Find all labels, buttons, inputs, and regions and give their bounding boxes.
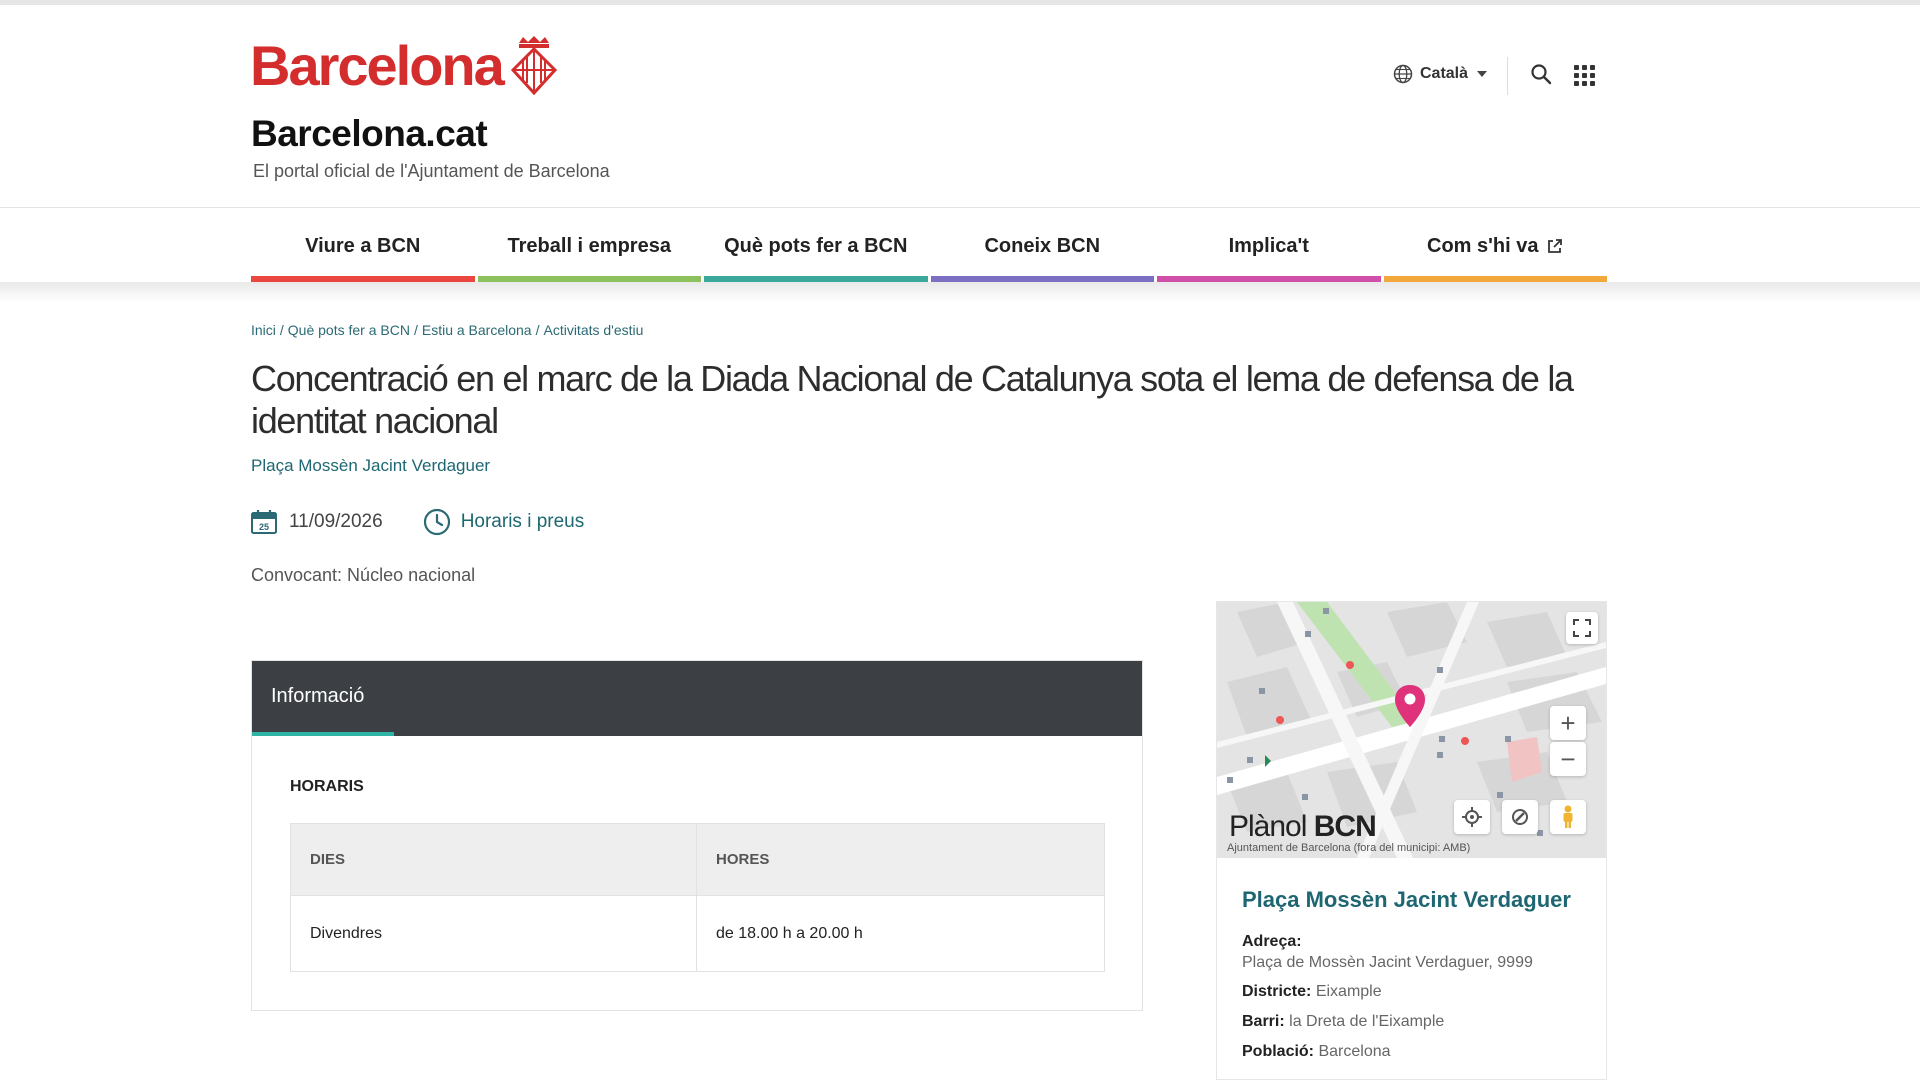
main-nav: Viure a BCN Treball i empresa Què pots f… <box>251 210 1607 282</box>
venue-name-link[interactable]: Plaça Mossèn Jacint Verdaguer <box>1242 887 1571 913</box>
map-pin-icon <box>1395 685 1425 727</box>
clock-icon <box>423 508 450 536</box>
hours-link[interactable]: Horaris i preus <box>423 508 585 536</box>
locate-button[interactable] <box>1454 800 1490 834</box>
site-header: Barcelona Barcelona.cat El portal oficia… <box>0 5 1920 208</box>
nav-item-treball[interactable]: Treball i empresa <box>477 210 701 282</box>
address-label: Adreça: <box>1242 933 1302 950</box>
city-seal-icon <box>510 35 557 95</box>
info-tabbar: Informació <box>252 661 1142 736</box>
crosshair-icon <box>1462 807 1482 827</box>
compass-icon <box>1512 809 1528 825</box>
logo-text: Barcelona <box>250 34 505 97</box>
map-brand: Plànol BCN <box>1229 810 1377 844</box>
site-title[interactable]: Barcelona.cat <box>251 113 488 155</box>
nav-label: Treball i empresa <box>507 234 671 257</box>
horaris-heading: HORARIS <box>290 778 364 795</box>
event-meta: 25 11/09/2026 Horaris i preus <box>251 508 584 536</box>
district-label: Districte: <box>1242 983 1312 1000</box>
nav-item-viure[interactable]: Viure a BCN <box>251 210 475 282</box>
map-brand-bold: BCN <box>1313 810 1377 843</box>
tab-informacio[interactable]: Informació <box>252 661 394 736</box>
fullscreen-button[interactable] <box>1566 612 1598 644</box>
chevron-down-icon <box>1477 71 1488 77</box>
column-header: HORES <box>696 823 1105 896</box>
schedule-table: DIES HORES Divendres de 18.00 h a 20.00 … <box>290 823 1105 972</box>
nav-label: Com s'hi va <box>1427 234 1539 257</box>
nav-shadow <box>0 282 1920 302</box>
event-date: 11/09/2026 <box>289 511 383 532</box>
grid-icon[interactable] <box>1574 65 1595 86</box>
event-convocant: Convocant: Núcleo nacional <box>251 565 476 585</box>
zoom-in-label: + <box>1560 707 1576 738</box>
nav-item-coneix[interactable]: Coneix BCN <box>930 210 1154 282</box>
table-cell: de 18.00 h a 20.00 h <box>696 895 1105 972</box>
event-place-link[interactable]: Plaça Mossèn Jacint Verdaguer <box>251 456 490 476</box>
nav-label: Viure a BCN <box>305 234 421 257</box>
calendar-day: 25 <box>259 522 269 532</box>
search-button[interactable] <box>1530 63 1552 90</box>
rotate-button[interactable] <box>1502 800 1538 834</box>
header-divider <box>1507 57 1508 95</box>
table-row: Divendres de 18.00 h a 20.00 h <box>290 895 1105 972</box>
pegman-icon <box>1563 805 1573 828</box>
nav-item-que-pots-fer[interactable]: Què pots fer a BCN <box>704 210 928 282</box>
venue-district-row: Districte: Eixample <box>1242 977 1533 1007</box>
info-panel: Informació HORARIS DIES HORES Divendres … <box>251 660 1143 1011</box>
fullscreen-icon <box>1573 619 1591 637</box>
map-view[interactable]: + − Plànol BCN Ajuntament de Barcelona (… <box>1217 602 1606 858</box>
search-icon <box>1531 64 1552 85</box>
breadcrumb-item[interactable]: Activitats d'estiu <box>543 322 643 338</box>
map-brand-light: Plànol <box>1229 810 1307 843</box>
column-header: DIES <box>290 823 697 896</box>
language-label: Català <box>1420 65 1469 82</box>
calendar-icon: 25 <box>251 510 277 534</box>
location-card: + − Plànol BCN Ajuntament de Barcelona (… <box>1216 601 1607 1080</box>
language-selector[interactable]: Català <box>1393 64 1488 84</box>
nav-label: Coneix BCN <box>984 234 1101 257</box>
map-attribution: Ajuntament de Barcelona (fora del munici… <box>1227 842 1471 854</box>
venue-details: Adreça: Plaça de Mossèn Jacint Verdaguer… <box>1242 927 1533 1067</box>
breadcrumb-item[interactable]: Què pots fer a BCN <box>288 322 410 338</box>
street-view-button[interactable] <box>1550 800 1586 834</box>
zoom-out-label: − <box>1560 743 1576 774</box>
zoom-out-button[interactable]: − <box>1550 742 1586 776</box>
nav-item-com-shi-va[interactable]: Com s'hi va <box>1383 210 1607 282</box>
globe-icon <box>1393 64 1413 84</box>
barcelona-logo[interactable]: Barcelona <box>250 33 559 98</box>
zoom-in-button[interactable]: + <box>1550 706 1586 740</box>
breadcrumb-item[interactable]: Inici <box>251 322 276 338</box>
site-subtitle: El portal oficial de l'Ajuntament de Bar… <box>253 161 610 181</box>
nav-label: Què pots fer a BCN <box>724 234 908 257</box>
venue-poblacio-row: Població: Barcelona <box>1242 1037 1533 1067</box>
breadcrumb: Inici / Què pots fer a BCN / Estiu a Barcelo… <box>251 322 644 338</box>
nav-label: Implica't <box>1228 234 1309 257</box>
poblacio-label: Població: <box>1242 1043 1315 1060</box>
district-value: Eixample <box>1315 983 1382 1000</box>
venue-address: Plaça de Mossèn Jacint Verdaguer, 9999 <box>1242 954 1533 971</box>
table-header-row: DIES HORES <box>290 823 1105 896</box>
hours-link-label: Horaris i preus <box>460 511 585 532</box>
poblacio-value: Barcelona <box>1318 1043 1391 1060</box>
page-title: Concentració en el marc de la Diada Naci… <box>251 358 1574 441</box>
breadcrumb-item[interactable]: Estiu a Barcelona <box>422 322 532 338</box>
barri-label: Barri: <box>1242 1013 1285 1030</box>
table-cell: Divendres <box>290 895 697 972</box>
venue-barri-row: Barri: la Dreta de l'Eixample <box>1242 1007 1533 1037</box>
barri-value: la Dreta de l'Eixample <box>1289 1013 1445 1030</box>
external-link-icon <box>1548 238 1563 253</box>
nav-item-implicat[interactable]: Implica't <box>1157 210 1381 282</box>
